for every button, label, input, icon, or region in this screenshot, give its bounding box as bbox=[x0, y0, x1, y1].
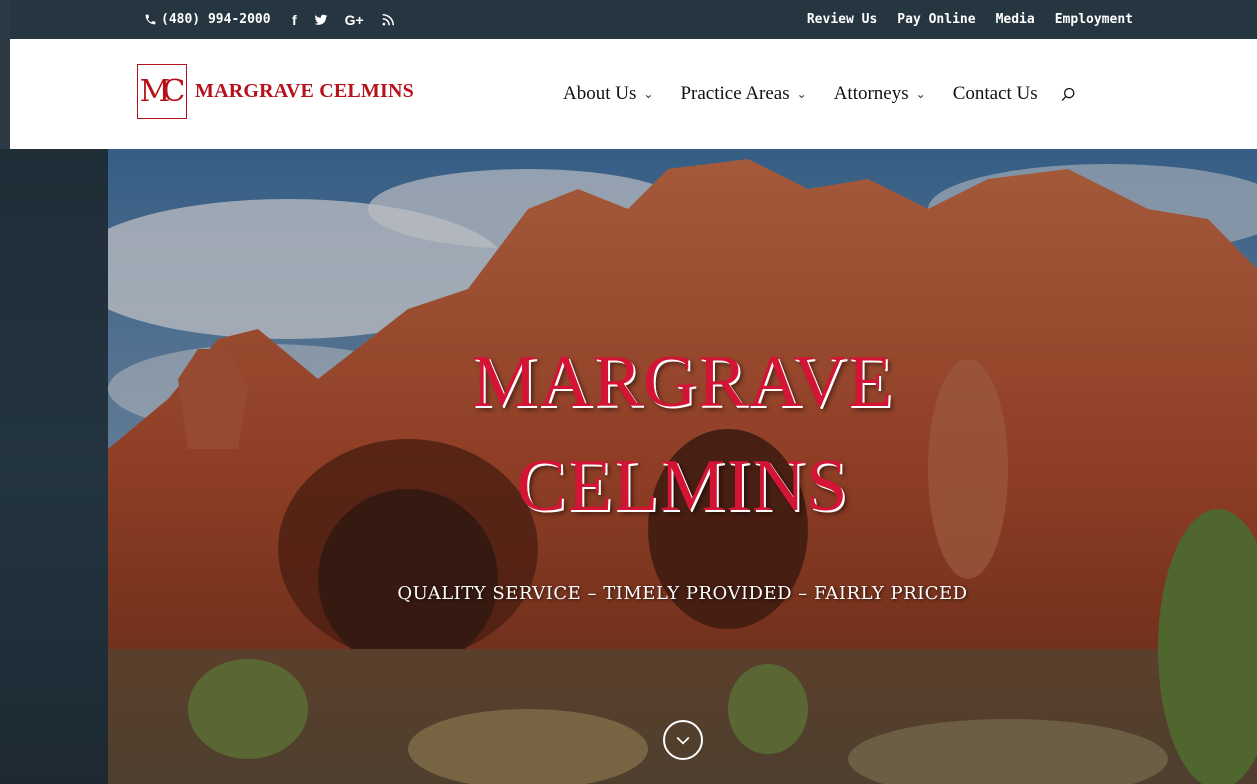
review-us-link[interactable]: Review Us bbox=[807, 12, 877, 27]
side-strip bbox=[0, 149, 108, 784]
phone-icon bbox=[145, 14, 156, 25]
phone-text: (480) 994-2000 bbox=[161, 12, 271, 27]
rss-icon[interactable] bbox=[381, 13, 395, 27]
nav-about-us[interactable]: About Us ⌄ bbox=[563, 83, 653, 105]
employment-link[interactable]: Employment bbox=[1055, 12, 1133, 27]
hero-title-line1: MARGRAVE bbox=[471, 341, 894, 423]
search-icon[interactable] bbox=[1060, 86, 1077, 103]
nav-contact-us[interactable]: Contact Us bbox=[953, 83, 1038, 105]
chevron-down-icon: ⌄ bbox=[796, 87, 807, 101]
nav-practice-areas[interactable]: Practice Areas ⌄ bbox=[680, 83, 806, 105]
top-bar: (480) 994-2000 f G+ Review Us Pay Online… bbox=[10, 0, 1257, 39]
site-header: MC MARGRAVE CELMINS About Us ⌄ Practice … bbox=[10, 39, 1257, 149]
facebook-icon[interactable]: f bbox=[292, 13, 297, 27]
scroll-down-button[interactable] bbox=[663, 720, 703, 760]
chevron-down-icon: ⌄ bbox=[915, 87, 926, 101]
main-nav: About Us ⌄ Practice Areas ⌄ Attorneys ⌄ … bbox=[563, 39, 1077, 149]
nav-label: Practice Areas bbox=[680, 83, 790, 104]
hero-section: MARGRAVE CELMINS QUALITY SERVICE – TIMEL… bbox=[108, 149, 1257, 784]
nav-label: Attorneys bbox=[833, 83, 909, 104]
hero-tagline: QUALITY SERVICE – TIMELY PROVIDED – FAIR… bbox=[397, 583, 968, 604]
pay-online-link[interactable]: Pay Online bbox=[897, 12, 975, 27]
site-logo[interactable]: MC MARGRAVE CELMINS bbox=[137, 64, 414, 119]
nav-attorneys[interactable]: Attorneys ⌄ bbox=[834, 83, 926, 105]
media-link[interactable]: Media bbox=[996, 12, 1035, 27]
chevron-down-icon bbox=[676, 736, 690, 745]
social-links: f G+ bbox=[292, 0, 395, 39]
nav-label: About Us bbox=[563, 83, 637, 104]
nav-label: Contact Us bbox=[952, 83, 1038, 104]
top-links: Review Us Pay Online Media Employment bbox=[807, 0, 1133, 39]
logo-mark: MC bbox=[137, 64, 187, 119]
logo-text: MARGRAVE CELMINS bbox=[195, 80, 414, 102]
chevron-down-icon: ⌄ bbox=[643, 87, 654, 101]
phone-number[interactable]: (480) 994-2000 bbox=[144, 0, 271, 39]
twitter-icon[interactable] bbox=[314, 13, 328, 27]
hero-title-line2: CELMINS bbox=[516, 445, 849, 527]
google-plus-icon[interactable]: G+ bbox=[345, 13, 364, 27]
